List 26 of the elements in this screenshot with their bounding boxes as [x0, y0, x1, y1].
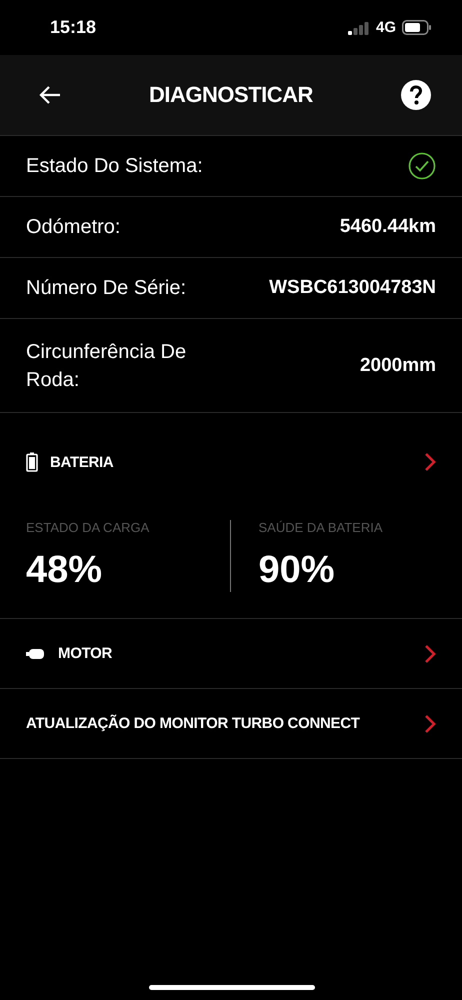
stat-label: SAÚDE DA BATERIA — [258, 520, 384, 535]
stat-value: 48% — [26, 549, 104, 592]
info-value: 2000mm — [360, 354, 436, 376]
signal-icon — [348, 20, 370, 34]
stat-label: ESTADO DA CARGA — [26, 520, 150, 535]
info-label: Circunferência De Roda: — [26, 340, 188, 392]
chevron-icon — [424, 714, 436, 734]
help-icon[interactable] — [400, 79, 432, 111]
battery-icon — [402, 20, 432, 35]
back-icon[interactable] — [38, 85, 62, 105]
battery-icon — [26, 452, 38, 472]
info-label: Número De Série: — [26, 276, 186, 301]
chevron-icon — [424, 452, 436, 472]
status-time: 15:18 — [50, 17, 96, 38]
info-value: 5460.44km — [340, 216, 436, 238]
motor-icon — [26, 648, 46, 660]
info-label: Odómetro: — [26, 215, 120, 240]
battery-link[interactable]: BATERIA — [26, 413, 436, 511]
chevron-icon — [424, 644, 436, 664]
menu-link[interactable]: MOTOR — [26, 619, 436, 688]
stat-value: 90% — [258, 549, 336, 592]
screen-title: DIAGNOSTICAR — [149, 82, 313, 108]
network-label: 4G — [376, 19, 396, 36]
info-value: WSBC613004783N — [269, 277, 436, 299]
menu-link[interactable]: ATUALIZAÇÃO DO MONITOR TURBO CONNECT — [26, 689, 436, 758]
info-label: Estado Do Sistema: — [26, 154, 203, 179]
